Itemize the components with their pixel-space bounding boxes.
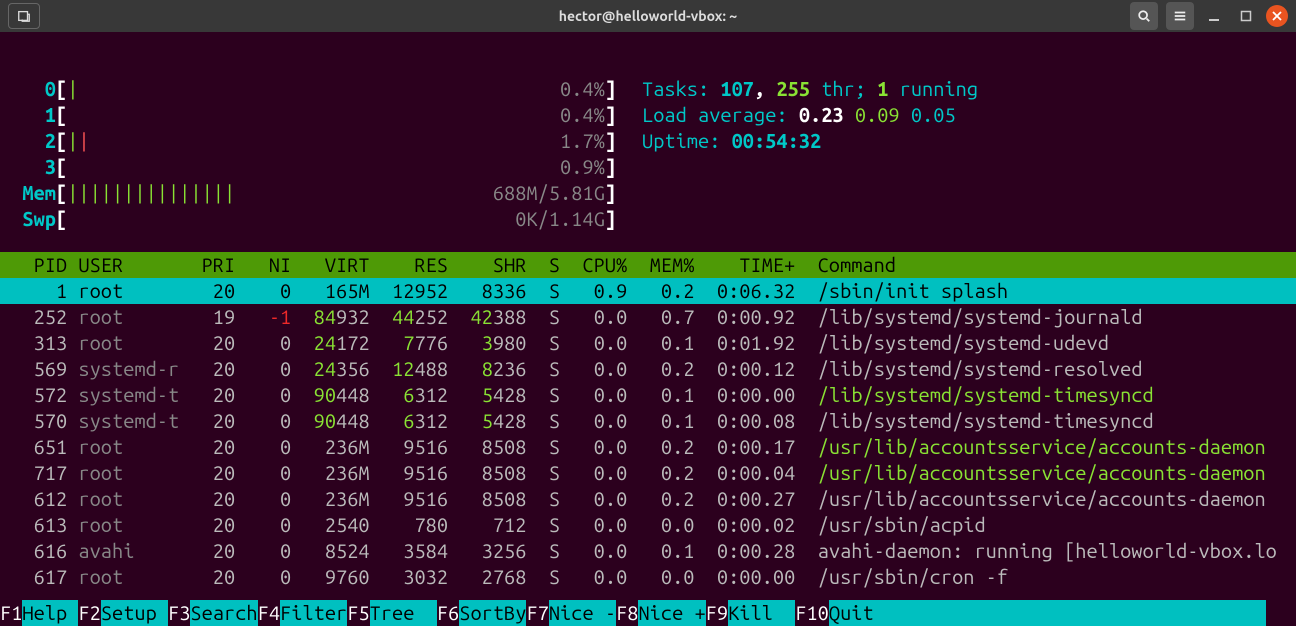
hamburger-menu-button[interactable] [1166, 2, 1194, 30]
cpu-meter-3: 3[ 0.9%] [0, 154, 622, 180]
process-row[interactable]: 613 root 20 0 2540 780 712 S 0.0 0.0 0:0… [0, 512, 1296, 538]
fkey-F8[interactable]: F8 [616, 601, 638, 624]
cpu-meter-0: 0[| 0.4%] [0, 76, 622, 102]
process-row[interactable]: 616 avahi 20 0 8524 3584 3256 S 0.0 0.1 … [0, 538, 1296, 564]
minimize-button[interactable] [1202, 4, 1226, 28]
fkey-F4[interactable]: F4 [258, 601, 280, 624]
process-row[interactable]: 717 root 20 0 236M 9516 8508 S 0.0 0.2 0… [0, 460, 1296, 486]
process-row[interactable]: 570 systemd-t 20 0 90448 6312 5428 S 0.0… [0, 408, 1296, 434]
process-row[interactable]: 569 systemd-r 20 0 24356 12488 8236 S 0.… [0, 356, 1296, 382]
search-button[interactable] [1130, 2, 1158, 30]
process-row[interactable]: 313 root 20 0 24172 7776 3980 S 0.0 0.1 … [0, 330, 1296, 356]
fkey-F5[interactable]: F5 [347, 601, 369, 624]
process-row[interactable]: 651 root 20 0 236M 9516 8508 S 0.0 0.2 0… [0, 434, 1296, 460]
maximize-button[interactable] [1234, 4, 1258, 28]
window-titlebar: hector@helloworld-vbox: ~ [0, 0, 1296, 32]
fkey-F1[interactable]: F1 [0, 601, 22, 624]
htop-stats: Tasks: 107, 255 thr; 1 runningLoad avera… [622, 76, 978, 232]
cpu-meter-1: 1[ 0.4%] [0, 102, 622, 128]
close-button[interactable] [1266, 5, 1288, 27]
tasks-line: Tasks: 107, 255 thr; 1 running [642, 76, 978, 102]
process-row[interactable]: 572 systemd-t 20 0 90448 6312 5428 S 0.0… [0, 382, 1296, 408]
fkey-F10[interactable]: F10 [795, 601, 829, 624]
window-title: hector@helloworld-vbox: ~ [0, 3, 1296, 29]
terminal-body[interactable]: 0[| 0.4%]1[ 0.4%]2[|| 1.7%]3[ 0 [0, 32, 1296, 590]
process-list[interactable]: 1 root 20 0 165M 12952 8336 S 0.9 0.2 0:… [0, 278, 1296, 590]
swp-meter: Swp[ 0K/1.14G] [0, 206, 622, 232]
process-row[interactable]: 617 root 20 0 9760 3032 2768 S 0.0 0.0 0… [0, 564, 1296, 590]
process-row[interactable]: 1 root 20 0 165M 12952 8336 S 0.9 0.2 0:… [0, 278, 1296, 304]
cpu-meter-2: 2[|| 1.7%] [0, 128, 622, 154]
uptime-line: Uptime: 00:54:32 [642, 128, 978, 154]
process-row[interactable]: 612 root 20 0 236M 9516 8508 S 0.0 0.2 0… [0, 486, 1296, 512]
function-key-bar[interactable]: F1Help F2Setup F3SearchF4FilterF5Tree F6… [0, 600, 1296, 626]
htop-meters: 0[| 0.4%]1[ 0.4%]2[|| 1.7%]3[ 0 [0, 76, 622, 232]
fkey-F6[interactable]: F6 [437, 601, 459, 624]
process-header[interactable]: PID USER PRI NI VIRT RES SHR S CPU% MEM%… [0, 252, 1296, 278]
fkey-F9[interactable]: F9 [706, 601, 728, 624]
fkey-F3[interactable]: F3 [168, 601, 190, 624]
mem-meter: Mem[||||||||||||||| 688M/5.81G] [0, 180, 622, 206]
load-line: Load average: 0.23 0.09 0.05 [642, 102, 978, 128]
process-row[interactable]: 252 root 19 -1 84932 44252 42388 S 0.0 0… [0, 304, 1296, 330]
fkey-F7[interactable]: F7 [526, 601, 548, 624]
fkey-F2[interactable]: F2 [78, 601, 100, 624]
